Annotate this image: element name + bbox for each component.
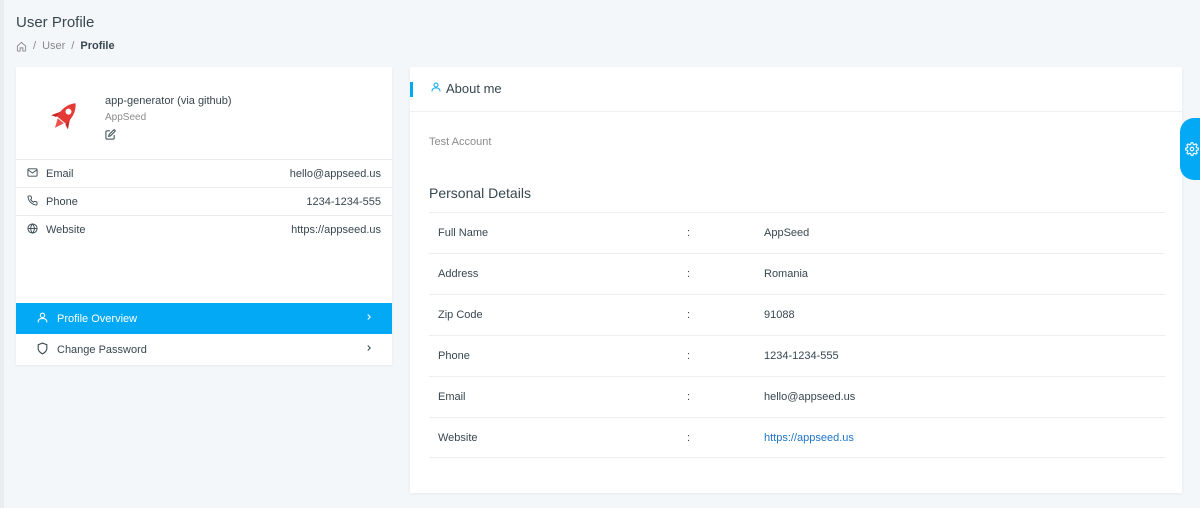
contact-row-website: Website https://appseed.us: [16, 215, 392, 243]
breadcrumb-user[interactable]: User: [42, 40, 65, 52]
about-title: About me: [430, 81, 502, 96]
personal-details-table: Full Name : AppSeed Address : Romania Zi…: [429, 212, 1165, 458]
detail-separator: :: [687, 431, 691, 444]
detail-value: 91088: [764, 309, 795, 321]
page-title: User Profile: [16, 14, 95, 31]
detail-row-full-name: Full Name : AppSeed: [429, 212, 1165, 253]
chevron-right-icon: [364, 312, 374, 325]
rocket-icon: [42, 95, 86, 139]
detail-value: AppSeed: [764, 227, 810, 239]
breadcrumb-separator: /: [33, 40, 37, 52]
breadcrumb-profile: Profile: [80, 40, 115, 52]
website-link[interactable]: https://appseed.us: [764, 432, 854, 444]
detail-label: Zip Code: [438, 309, 483, 321]
about-card: About me Test Account Personal Details F…: [410, 67, 1182, 493]
detail-label: Full Name: [438, 227, 489, 239]
nav-label: Profile Overview: [57, 312, 138, 325]
detail-separator: :: [687, 350, 691, 362]
mail-icon: [27, 167, 38, 181]
detail-value: 1234-1234-555: [764, 350, 839, 362]
header-accent-bar: [410, 82, 413, 97]
contact-value: https://appseed.us: [291, 223, 381, 236]
personal-details-title: Personal Details: [429, 185, 531, 201]
detail-label: Phone: [438, 350, 470, 362]
detail-row-zip-code: Zip Code : 91088: [429, 294, 1165, 335]
settings-toggle-button[interactable]: [1180, 118, 1200, 180]
detail-value: Romania: [764, 268, 809, 280]
profile-header: app-generator (via github) AppSeed: [16, 67, 392, 159]
detail-separator: :: [687, 268, 691, 280]
shield-icon: [36, 342, 49, 358]
detail-row-email: Email : hello@appseed.us: [429, 376, 1165, 417]
detail-value: hello@appseed.us: [764, 391, 856, 403]
edit-icon[interactable]: [105, 127, 116, 140]
about-header: About me: [410, 67, 1182, 112]
user-company: AppSeed: [105, 112, 147, 123]
left-edge-strip: [0, 0, 4, 508]
detail-row-phone: Phone : 1234-1234-555: [429, 335, 1165, 376]
detail-label: Email: [438, 391, 466, 403]
detail-row-address: Address : Romania: [429, 253, 1165, 294]
user-name: app-generator (via github): [105, 95, 232, 107]
contact-list: Email hello@appseed.us Phone 1234-1234-5…: [16, 159, 392, 243]
detail-separator: :: [687, 309, 691, 321]
about-title-label: About me: [446, 81, 502, 96]
user-icon: [430, 81, 442, 96]
contact-row-phone: Phone 1234-1234-555: [16, 187, 392, 215]
profile-card: app-generator (via github) AppSeed Email…: [16, 67, 392, 365]
nav-label: Change Password: [57, 343, 147, 356]
detail-label: Address: [438, 268, 479, 280]
contact-value: 1234-1234-555: [306, 195, 381, 208]
detail-row-website: Website : https://appseed.us: [429, 417, 1165, 458]
contact-value: hello@appseed.us: [289, 167, 381, 180]
breadcrumb: / User / Profile: [16, 40, 115, 52]
nav-profile-overview[interactable]: Profile Overview: [16, 303, 392, 334]
globe-icon: [27, 222, 38, 237]
breadcrumb-separator: /: [71, 40, 75, 52]
contact-row-email: Email hello@appseed.us: [16, 159, 392, 187]
contact-label: Website: [46, 223, 86, 236]
nav-change-password[interactable]: Change Password: [16, 334, 392, 365]
detail-label: Website: [438, 431, 478, 444]
phone-icon: [27, 194, 38, 209]
contact-label: Email: [46, 167, 74, 180]
chevron-right-icon: [364, 343, 374, 356]
about-text: Test Account: [429, 136, 492, 148]
detail-separator: :: [687, 391, 691, 403]
user-icon: [36, 311, 49, 327]
home-icon[interactable]: [16, 41, 27, 52]
contact-label: Phone: [46, 195, 78, 208]
detail-separator: :: [687, 227, 691, 239]
